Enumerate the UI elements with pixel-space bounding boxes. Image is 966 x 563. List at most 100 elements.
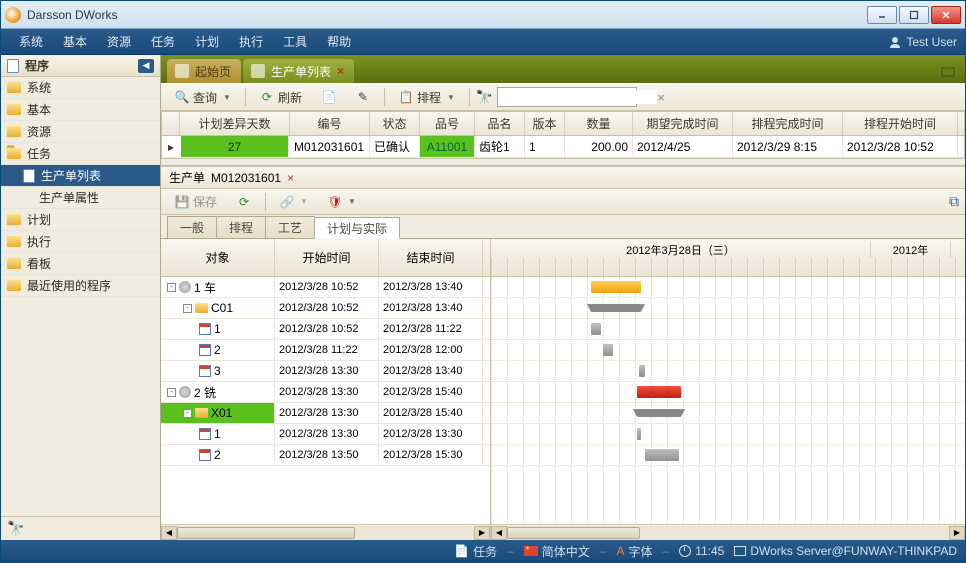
search-box[interactable]: × xyxy=(497,87,637,107)
shield-button[interactable]: 🛡▼ xyxy=(320,191,364,213)
sidebar-item[interactable]: 生产单属性 xyxy=(1,187,160,209)
schedule-button[interactable]: 📋排程▼ xyxy=(391,86,463,108)
query-button[interactable]: 🔍查询▼ xyxy=(167,86,239,108)
operation-row[interactable]: -2 铣2012/3/28 13:302012/3/28 15:40 xyxy=(161,382,490,403)
menu-tools[interactable]: 工具 xyxy=(273,33,317,50)
grid-column-header[interactable]: 版本 xyxy=(525,112,565,135)
operation-row[interactable]: 12012/3/28 13:302012/3/28 13:30 xyxy=(161,424,490,445)
gantt-bar[interactable] xyxy=(591,304,641,312)
grid-column-header[interactable]: 期望完成时间 xyxy=(633,112,733,135)
grid-row[interactable]: ▸ 27 M012031601 已确认 A11001 齿轮1 1 200.00 … xyxy=(162,136,964,158)
operation-row[interactable]: 12012/3/28 10:522012/3/28 11:22 xyxy=(161,319,490,340)
minimize-button[interactable] xyxy=(867,6,897,24)
sidebar-item[interactable]: 系统 xyxy=(1,77,160,99)
detail-close-icon[interactable]: × xyxy=(287,171,294,185)
col-start[interactable]: 开始时间 xyxy=(275,239,379,276)
gantt-bar[interactable] xyxy=(637,409,681,417)
gantt-bar[interactable] xyxy=(645,449,679,461)
tree-toggle[interactable]: - xyxy=(183,409,192,418)
operation-row[interactable]: 22012/3/28 11:222012/3/28 12:00 xyxy=(161,340,490,361)
gantt-chart[interactable]: 2012年3月28日（三） 2012年 ◀ ▶ xyxy=(491,239,965,540)
tab-start-page[interactable]: 起始页 xyxy=(167,59,241,83)
link-button[interactable]: 🔗▼ xyxy=(272,191,316,213)
scroll-right-icon[interactable]: ▶ xyxy=(474,526,490,540)
sidebar-item[interactable]: 看板 xyxy=(1,253,160,275)
grid-column-header[interactable]: 编号 xyxy=(290,112,370,135)
cell-start: 2012/3/28 10:52 xyxy=(275,298,379,318)
subtab-schedule[interactable]: 排程 xyxy=(216,216,266,238)
tree-toggle[interactable]: - xyxy=(167,388,176,397)
sidebar-item[interactable]: 生产单列表 xyxy=(1,165,160,187)
grid-column-header[interactable]: 状态 xyxy=(370,112,420,135)
grid-column-header[interactable]: 排程开始时间 xyxy=(843,112,958,135)
grid-column-header[interactable]: 品号 xyxy=(420,112,475,135)
gantt-bar[interactable] xyxy=(639,365,645,377)
binoculars-icon[interactable]: 🔭 xyxy=(7,520,24,537)
hscrollbar[interactable]: ◀ ▶ xyxy=(161,524,490,540)
menu-resource[interactable]: 资源 xyxy=(97,33,141,50)
current-user[interactable]: Test User xyxy=(888,35,957,49)
grid-column-header[interactable]: 数量 xyxy=(565,112,633,135)
menu-task[interactable]: 任务 xyxy=(141,33,185,50)
clear-search-icon[interactable]: × xyxy=(657,90,665,105)
grid-column-header[interactable]: 计划差异天数 xyxy=(180,112,290,135)
sidebar-item[interactable]: 最近使用的程序 xyxy=(1,275,160,297)
cell-end: 2012/3/28 15:40 xyxy=(379,382,483,402)
gantt-hscrollbar[interactable]: ◀ ▶ xyxy=(491,524,965,540)
menu-plan[interactable]: 计划 xyxy=(185,33,229,50)
col-end[interactable]: 结束时间 xyxy=(379,239,483,276)
sidebar-item[interactable]: 基本 xyxy=(1,99,160,121)
sidebar-item[interactable]: 资源 xyxy=(1,121,160,143)
grid-column-header[interactable]: 品名 xyxy=(475,112,525,135)
close-button[interactable] xyxy=(931,6,961,24)
new-button[interactable]: 📄 xyxy=(314,86,344,108)
gantt-bar[interactable] xyxy=(591,281,641,293)
col-object[interactable]: 对象 xyxy=(161,239,275,276)
gantt-bar[interactable] xyxy=(637,386,681,398)
popout-icon[interactable]: ⧉ xyxy=(949,193,959,210)
subtab-plan-actual[interactable]: 计划与实际 xyxy=(314,217,400,239)
search-input[interactable] xyxy=(502,90,657,104)
main-grid: 计划差异天数编号状态品号品名版本数量期望完成时间排程完成时间排程开始时间 ▸ 2… xyxy=(161,111,965,159)
detail-refresh-button[interactable]: ⟳ xyxy=(229,191,259,213)
cell-start: 2012/3/28 10:52 xyxy=(275,319,379,339)
tab-production-order-list[interactable]: 生产单列表 × xyxy=(243,59,354,83)
sidebar-item[interactable]: 执行 xyxy=(1,231,160,253)
status-task[interactable]: 📄任务 xyxy=(454,543,497,560)
tab-overflow-icon[interactable] xyxy=(941,65,959,79)
sidebar-item[interactable]: 任务 xyxy=(1,143,160,165)
gantt-bar[interactable] xyxy=(637,428,641,440)
gantt-row xyxy=(491,403,965,424)
operation-row[interactable]: 32012/3/28 13:302012/3/28 13:40 xyxy=(161,361,490,382)
subtab-general[interactable]: 一般 xyxy=(167,216,217,238)
tree-toggle[interactable]: - xyxy=(183,304,192,313)
maximize-button[interactable] xyxy=(899,6,929,24)
tab-close-icon[interactable]: × xyxy=(337,64,344,78)
scroll-left-icon[interactable]: ◀ xyxy=(491,526,507,540)
sidebar-collapse-button[interactable]: ◀ xyxy=(138,59,154,73)
scroll-left-icon[interactable]: ◀ xyxy=(161,526,177,540)
scroll-right-icon[interactable]: ▶ xyxy=(949,526,965,540)
gantt-bar[interactable] xyxy=(603,344,613,356)
menu-system[interactable]: 系统 xyxy=(9,33,53,50)
tree-toggle[interactable]: - xyxy=(167,283,176,292)
sidebar-item[interactable]: 计划 xyxy=(1,209,160,231)
grid-column-header[interactable]: 排程完成时间 xyxy=(733,112,843,135)
document-tabs: 起始页 生产单列表 × xyxy=(161,55,965,83)
gantt-row xyxy=(491,361,965,382)
edit-button[interactable]: ✎ xyxy=(348,86,378,108)
operation-row[interactable]: -X012012/3/28 13:302012/3/28 15:40 xyxy=(161,403,490,424)
subtab-process[interactable]: 工艺 xyxy=(265,216,315,238)
operation-row[interactable]: -C012012/3/28 10:522012/3/28 13:40 xyxy=(161,298,490,319)
calendar-icon xyxy=(199,344,211,356)
menu-execute[interactable]: 执行 xyxy=(229,33,273,50)
refresh-button[interactable]: ⟳刷新 xyxy=(252,86,310,108)
menu-basic[interactable]: 基本 xyxy=(53,33,97,50)
save-button[interactable]: 💾保存 xyxy=(167,191,225,213)
menu-help[interactable]: 帮助 xyxy=(317,33,361,50)
status-font[interactable]: A字体 xyxy=(616,543,652,560)
operation-row[interactable]: 22012/3/28 13:502012/3/28 15:30 xyxy=(161,445,490,466)
status-language[interactable]: 简体中文 xyxy=(524,543,590,560)
gantt-bar[interactable] xyxy=(591,323,601,335)
operation-row[interactable]: -1 车2012/3/28 10:522012/3/28 13:40 xyxy=(161,277,490,298)
